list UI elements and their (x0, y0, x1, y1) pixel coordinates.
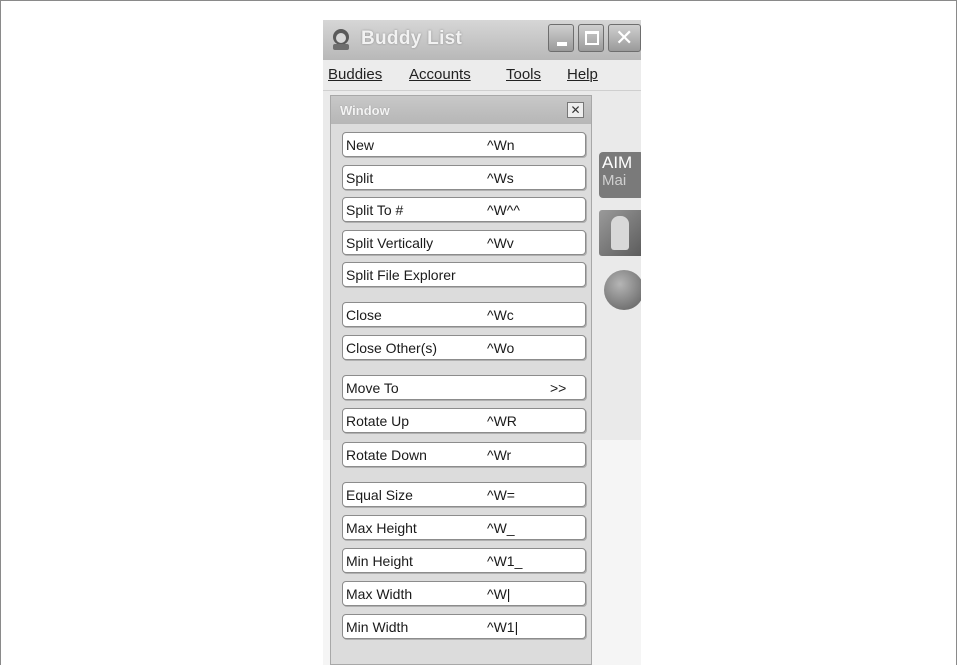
aim-label: AIM (602, 153, 633, 172)
cmd-min-width[interactable]: Min Width ^W1| (342, 614, 586, 639)
cmd-max-height[interactable]: Max Height ^W_ (342, 515, 586, 540)
panel-close-button[interactable]: ✕ (567, 102, 584, 118)
cmd-equal-size[interactable]: Equal Size ^W= (342, 482, 586, 507)
cmd-label: Min Width (346, 619, 409, 635)
cmd-label: Split File Explorer (346, 267, 456, 283)
mail-label: Mai (602, 172, 627, 189)
cmd-label: Close (346, 307, 382, 323)
cmd-close[interactable]: Close ^Wc (342, 302, 586, 327)
menu-buddies[interactable]: Buddies (328, 66, 382, 83)
close-window-button[interactable]: ✕ (608, 24, 641, 52)
cmd-move-to[interactable]: Move To >> (342, 375, 586, 400)
cmd-label: Split To # (346, 202, 404, 218)
cmd-shortcut: ^Ws (487, 170, 514, 186)
panel-title: Window (340, 103, 390, 118)
cmd-label: Rotate Up (346, 413, 410, 429)
close-icon: ✕ (570, 103, 581, 117)
cmd-shortcut: ^W^^ (487, 202, 520, 218)
avatar[interactable] (599, 210, 641, 256)
cmd-shortcut: ^W| (487, 586, 511, 602)
aim-mail-icon[interactable]: AIM Mai (599, 152, 641, 198)
title-bar[interactable]: Buddy List ✕ (323, 20, 641, 60)
close-icon: ✕ (615, 26, 634, 51)
window-command-panel: Window ✕ New ^Wn Split ^Ws Split To # ^W… (330, 95, 592, 665)
cmd-label: Split Vertically (346, 235, 434, 251)
cmd-label: Close Other(s) (346, 340, 438, 356)
cmd-shortcut: ^Wr (487, 447, 512, 463)
panel-header: Window ✕ (331, 96, 591, 124)
menu-bar: Buddies Accounts Tools Help (323, 60, 641, 91)
page-border-left (0, 0, 1, 665)
cmd-shortcut: ^W1_ (487, 553, 523, 569)
page-border-top (0, 0, 957, 1)
cmd-label: Max Width (346, 586, 413, 602)
maximize-button[interactable] (578, 24, 604, 52)
cmd-shortcut: ^Wn (487, 137, 515, 153)
cmd-label: Equal Size (346, 487, 413, 503)
minimize-button[interactable] (548, 24, 574, 52)
cmd-rotate-down[interactable]: Rotate Down ^Wr (342, 442, 586, 467)
cmd-label: Rotate Down (346, 447, 427, 463)
cmd-split-file-explorer[interactable]: Split File Explorer (342, 262, 586, 287)
cmd-label: New (346, 137, 375, 153)
cmd-new[interactable]: New ^Wn (342, 132, 586, 157)
cmd-split[interactable]: Split ^Ws (342, 165, 586, 190)
buddy-app-icon (333, 29, 349, 50)
cmd-split-to[interactable]: Split To # ^W^^ (342, 197, 586, 222)
cmd-shortcut: ^Wo (487, 340, 515, 356)
cmd-label: Move To (346, 380, 399, 396)
cmd-shortcut: ^W1| (487, 619, 519, 635)
window-title: Buddy List (361, 28, 463, 49)
cmd-max-width[interactable]: Max Width ^W| (342, 581, 586, 606)
minimize-icon (557, 42, 567, 46)
menu-accounts[interactable]: Accounts (409, 66, 471, 83)
cmd-label: Max Height (346, 520, 417, 536)
cmd-label: Split (346, 170, 374, 186)
menu-tools[interactable]: Tools (506, 66, 541, 83)
cmd-shortcut: ^Wv (487, 235, 514, 251)
cmd-shortcut: ^Wc (487, 307, 514, 323)
cmd-rotate-up[interactable]: Rotate Up ^WR (342, 408, 586, 433)
cmd-submenu-arrow: >> (550, 380, 567, 396)
cmd-min-height[interactable]: Min Height ^W1_ (342, 548, 586, 573)
cmd-label: Min Height (346, 553, 413, 569)
cmd-split-vertically[interactable]: Split Vertically ^Wv (342, 230, 586, 255)
cmd-shortcut: ^W= (487, 487, 515, 503)
cmd-close-others[interactable]: Close Other(s) ^Wo (342, 335, 586, 360)
maximize-icon (585, 31, 599, 45)
menu-help[interactable]: Help (567, 66, 598, 83)
cmd-shortcut: ^WR (487, 413, 517, 429)
cmd-shortcut: ^W_ (487, 520, 515, 536)
status-ball-icon[interactable] (604, 270, 641, 310)
avatar-figure (611, 216, 629, 250)
